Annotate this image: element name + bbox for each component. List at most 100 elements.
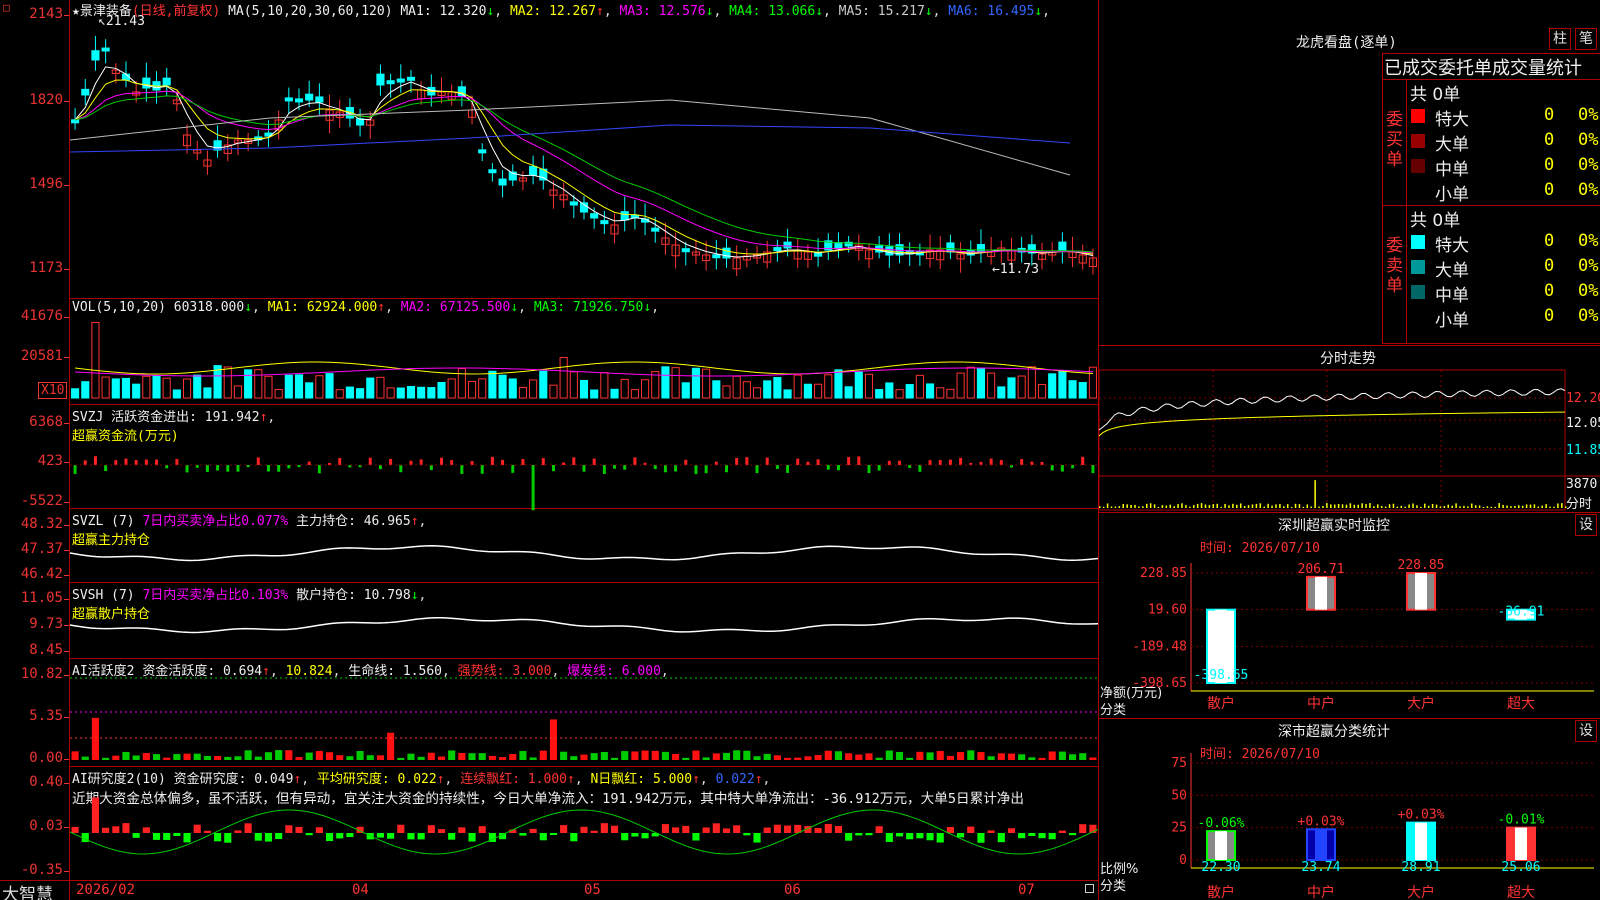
candle-body bbox=[712, 254, 721, 259]
volume-bar bbox=[814, 383, 823, 399]
sz-stats-settings-button[interactable]: 设 bbox=[1575, 720, 1597, 742]
price-tick: 1173 bbox=[29, 260, 69, 276]
intraday-vol-bar bbox=[1420, 506, 1422, 508]
order-total: 共 0单 bbox=[1410, 85, 1461, 105]
tick-view-button[interactable]: 笔 bbox=[1575, 28, 1597, 50]
svzj-bar bbox=[714, 461, 718, 465]
intraday-vol-bar bbox=[1377, 504, 1379, 508]
svzj-bar bbox=[378, 465, 382, 470]
candle-body bbox=[305, 93, 314, 101]
kline-chart[interactable] bbox=[69, 0, 1099, 900]
ai-research-bar bbox=[549, 833, 558, 836]
volume-bar bbox=[946, 388, 955, 399]
ai-research-bar bbox=[865, 833, 873, 836]
ai-active-bar bbox=[600, 751, 608, 760]
volume-bar bbox=[427, 387, 436, 399]
volume-bar bbox=[508, 378, 517, 399]
volume-bar bbox=[193, 374, 202, 399]
ai-research-bar bbox=[753, 833, 761, 843]
intraday-vol-bar bbox=[1349, 503, 1352, 508]
intraday-vol-label: 分时 bbox=[1566, 497, 1593, 512]
volume-bar bbox=[539, 370, 548, 399]
candle-body bbox=[529, 165, 538, 176]
ai-research-bar bbox=[91, 797, 100, 833]
intraday-vol-bar bbox=[1138, 506, 1140, 508]
chart-value-label: -398.65 bbox=[1194, 668, 1249, 683]
ai-active-bar bbox=[1028, 757, 1036, 760]
intraday-vol-bar bbox=[1243, 506, 1246, 508]
svzj-bar bbox=[216, 465, 220, 471]
intraday-vol-bar bbox=[1271, 505, 1273, 508]
candle-body bbox=[81, 88, 90, 96]
intraday-chart[interactable] bbox=[1098, 369, 1600, 511]
svzj-bar bbox=[450, 460, 454, 465]
ai-active-bar bbox=[804, 756, 812, 760]
chart-value-label: 206.71 bbox=[1298, 562, 1345, 577]
intraday-vol-bar bbox=[1204, 504, 1207, 508]
intraday-vol-bar bbox=[1404, 506, 1406, 508]
ai-research-bar bbox=[407, 833, 415, 840]
ai-active-bar bbox=[193, 753, 201, 760]
svzj-bar bbox=[867, 465, 871, 474]
intraday-vol-bar bbox=[1110, 506, 1113, 508]
volume-bar bbox=[966, 366, 975, 399]
menu-icon[interactable]: □ bbox=[3, 2, 15, 15]
ai-research-bar bbox=[722, 828, 731, 833]
order-type: 大单 bbox=[1435, 261, 1469, 281]
ai-research-bar bbox=[448, 833, 456, 840]
volume-bar bbox=[152, 375, 161, 399]
ai-research-bar bbox=[163, 833, 171, 840]
order-color-swatch bbox=[1411, 235, 1425, 249]
ai-research-bar bbox=[224, 833, 232, 843]
ai-research-bar bbox=[590, 830, 598, 833]
svzj-bar bbox=[898, 460, 902, 465]
ai-research-bar bbox=[1038, 833, 1046, 839]
ai-active-bar bbox=[91, 717, 100, 760]
ai-research-bar bbox=[1079, 824, 1087, 833]
ai-active-bar bbox=[214, 755, 222, 760]
svzj-bar bbox=[490, 456, 494, 465]
bar-view-button[interactable]: 柱 bbox=[1549, 28, 1571, 50]
volume-bar bbox=[1068, 380, 1077, 399]
intraday-vol-bar bbox=[1557, 503, 1559, 508]
intraday-vol-bar bbox=[1541, 505, 1544, 508]
ai-active-bar bbox=[957, 752, 965, 760]
ai-active-bar bbox=[529, 757, 537, 760]
volume-bar bbox=[518, 386, 527, 399]
svzj-bar bbox=[602, 465, 606, 474]
chart-tick-label: 19.60 bbox=[1148, 603, 1187, 618]
intraday-vol-bar bbox=[1118, 506, 1121, 508]
volume-bar bbox=[396, 387, 405, 399]
intraday-vol-bar bbox=[1337, 504, 1340, 508]
order-count: 0 bbox=[1544, 105, 1555, 125]
ai-research-bar bbox=[254, 833, 262, 841]
svzj-bar bbox=[877, 465, 881, 471]
intraday-avg-line bbox=[1098, 411, 1566, 437]
intraday-vol-bar bbox=[1502, 504, 1504, 508]
svzj-bar bbox=[134, 460, 138, 465]
volume-bar bbox=[244, 369, 253, 399]
sz-monitor-settings-button[interactable]: 设 bbox=[1575, 514, 1597, 536]
ai-active-bar bbox=[387, 732, 395, 760]
ai-research-bar bbox=[906, 833, 914, 840]
volume-bar bbox=[579, 379, 589, 399]
ai-active-bar bbox=[834, 751, 843, 760]
ma5-line bbox=[69, 99, 1071, 176]
ai-active-bar bbox=[753, 756, 761, 760]
intraday-vol-bar bbox=[1099, 506, 1101, 508]
ai-active-bar bbox=[926, 752, 934, 760]
vol-tick: 41676 bbox=[20, 308, 70, 324]
dragon-title: 龙虎看盘(逐单) bbox=[1296, 35, 1397, 51]
sz-stats-chart: 75 50 25 0 -0.06% 散户 22.30 +0.03% 中户 23.74 +0.03% 大… bbox=[1171, 753, 1594, 900]
intraday-vol-bar bbox=[1259, 503, 1262, 508]
order-color-swatch bbox=[1411, 260, 1425, 274]
lock-icon[interactable] bbox=[1085, 884, 1094, 893]
volume-bar bbox=[376, 376, 385, 399]
svzj-bar bbox=[847, 456, 851, 465]
ai-active-bar bbox=[397, 757, 405, 760]
intraday-vol-bar bbox=[1247, 505, 1250, 508]
intraday-vol-bar bbox=[1255, 503, 1258, 508]
intraday-vol-bar bbox=[1208, 505, 1211, 508]
candle-body bbox=[783, 241, 792, 249]
ai-research-bar bbox=[824, 823, 832, 833]
